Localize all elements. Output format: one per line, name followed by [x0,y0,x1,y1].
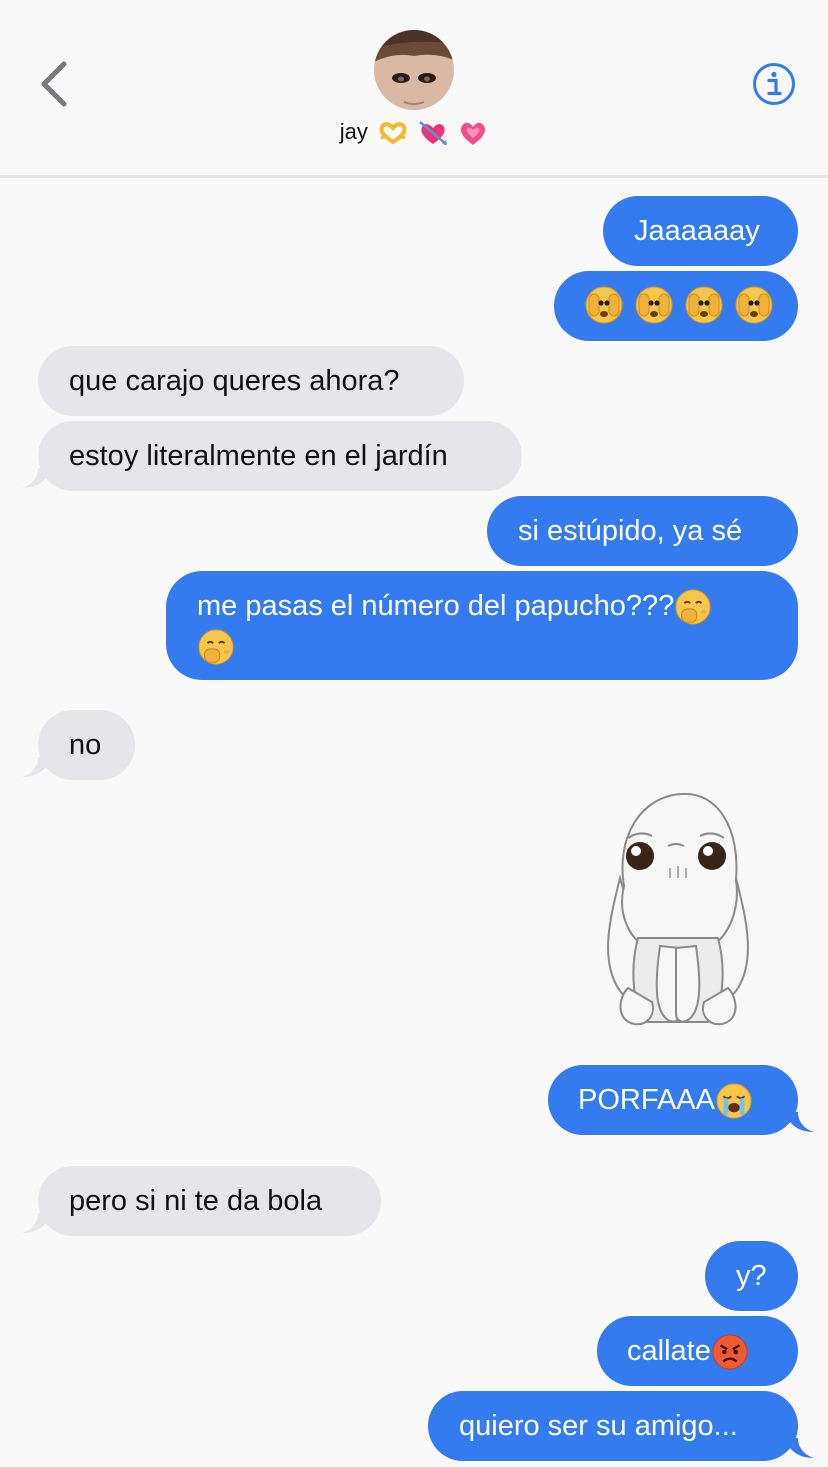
outgoing-message[interactable]: y? [705,1241,798,1311]
avatar[interactable] [374,30,454,110]
message-text: pero si ni te da bola [69,1185,323,1217]
incoming-message[interactable]: estoy literalmente en el jardín [38,421,522,491]
chevron-left-icon[interactable] [32,56,76,112]
message-text: estoy literalmente en el jardín [69,440,448,472]
outgoing-message[interactable]: PORFAAA [548,1065,798,1135]
growing-heart-emoji [461,122,486,145]
outgoing-message[interactable]: Jaaaaaay [603,196,798,266]
bubble-tail [786,1112,814,1132]
message-text: Jaaaaaay [634,215,760,247]
bubble-tail [22,1213,50,1233]
white-fluffy-creature-sticker[interactable] [590,788,766,1032]
loudly-crying-face-emoji [715,1083,753,1120]
outgoing-message[interactable]: si estúpido, ya sé [487,496,798,566]
message-text: si estúpido, ya sé [518,515,743,547]
bubble-tail [22,757,50,777]
incoming-message[interactable]: que carajo queres ahora? [38,346,464,416]
message-text: quiero ser su amigo... [459,1410,738,1442]
face-with-hand-over-mouth-emoji [675,589,712,626]
message-text: me pasas el número del papucho??? [197,590,675,622]
angry-face-emoji [711,1334,749,1371]
contact-name: jay [339,118,368,144]
message-text: que carajo queres ahora? [69,365,400,397]
face-with-peeking-eye-emoji [585,286,623,324]
face-with-peeking-eye-emoji [685,286,723,324]
incoming-message[interactable]: no [38,710,135,780]
conversation-header: jay [0,0,828,178]
incoming-message[interactable]: pero si ni te da bola [38,1166,381,1236]
face-with-peeking-eye-emoji [735,286,773,324]
outgoing-message[interactable] [554,271,798,341]
bubble-tail [786,1438,814,1458]
outgoing-message[interactable]: me pasas el número del papucho??? [166,571,798,680]
message-text: no [69,729,102,761]
face-with-peeking-eye-emoji [635,286,673,324]
heart-with-arrow-emoji [419,121,448,145]
message-text: PORFAAA [578,1084,715,1116]
contact-name-row[interactable]: jay [0,118,828,148]
outgoing-message[interactable]: callate [597,1316,798,1386]
heart-hands-emoji [379,122,407,145]
message-text: callate [627,1335,711,1367]
bubble-tail [22,468,50,488]
face-with-hand-over-mouth-emoji [197,628,235,665]
message-text: y? [736,1260,767,1292]
outgoing-message[interactable]: quiero ser su amigo... [428,1391,798,1461]
info-icon[interactable] [752,62,796,106]
